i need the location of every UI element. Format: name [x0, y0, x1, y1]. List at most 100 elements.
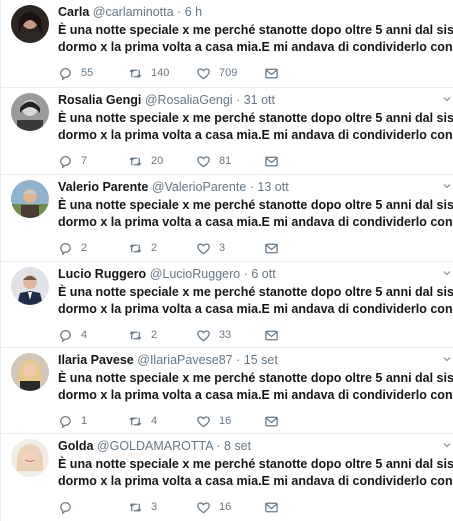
tweet-text-line: È una notte speciale x me perché stanott…	[58, 23, 453, 37]
retweet-icon	[128, 328, 143, 343]
author-handle[interactable]: @carlaminotta	[93, 5, 174, 19]
envelope-icon	[264, 66, 279, 81]
retweet-icon	[128, 66, 143, 81]
author-name[interactable]: Rosalia Gengi	[58, 93, 141, 107]
heart-icon	[196, 66, 211, 81]
reply-count: 1	[81, 415, 88, 427]
reply-button[interactable]: 1	[58, 414, 128, 429]
message-button[interactable]	[264, 66, 279, 81]
reply-button[interactable]	[58, 500, 128, 515]
reply-icon	[58, 154, 73, 169]
heart-icon	[196, 500, 211, 515]
tweet-text: È una notte speciale x me perché stanott…	[58, 110, 453, 144]
more-button[interactable]	[442, 181, 452, 191]
tweet-text-line: dormo x la prima volta a casa mia.E mi a…	[58, 40, 453, 54]
retweet-icon	[128, 241, 143, 256]
tweet-text-line: dormo x la prima volta a casa mia.E mi a…	[58, 302, 453, 316]
author-handle[interactable]: @RosaliaGengi	[145, 93, 233, 107]
separator: ·	[236, 93, 241, 107]
tweet-header: Ilaria Pavese @IlariaPavese87 · 15 set	[58, 352, 448, 368]
message-button[interactable]	[264, 154, 279, 169]
tweet-header: Carla @carlaminotta · 6 h	[58, 4, 448, 20]
author-name[interactable]: Golda	[58, 439, 93, 453]
message-button[interactable]	[264, 241, 279, 256]
like-count: 33	[219, 329, 232, 341]
like-button[interactable]: 3	[196, 241, 264, 256]
retweet-button[interactable]: 140	[128, 66, 196, 81]
like-count: 81	[219, 155, 232, 167]
tweet[interactable]: Lucio Ruggero @LucioRuggero · 6 ott È un…	[1, 262, 453, 348]
envelope-icon	[264, 414, 279, 429]
message-button[interactable]	[264, 328, 279, 343]
message-button[interactable]	[264, 500, 279, 515]
heart-icon	[196, 154, 211, 169]
tweet-text-line: dormo x la prima volta a casa mia.E mi a…	[58, 128, 453, 142]
author-handle[interactable]: @IlariaPavese87	[137, 353, 232, 367]
tweet-text: È una notte speciale x me perché stanott…	[58, 22, 453, 56]
timestamp[interactable]: 13 ott	[257, 180, 288, 194]
retweet-count: 2	[151, 242, 158, 254]
chevron-down-icon	[442, 94, 452, 104]
retweet-button[interactable]: 3	[128, 500, 196, 515]
author-handle[interactable]: @ValerioParente	[152, 180, 246, 194]
reply-button[interactable]: 55	[58, 66, 128, 81]
like-button[interactable]: 33	[196, 328, 264, 343]
like-button[interactable]: 16	[196, 414, 264, 429]
reply-icon	[58, 328, 73, 343]
envelope-icon	[264, 241, 279, 256]
timestamp[interactable]: 31 ott	[244, 93, 275, 107]
like-count: 16	[219, 501, 232, 513]
timestamp[interactable]: 8 set	[224, 439, 251, 453]
tweet-text-line: È una notte speciale x me perché stanott…	[58, 371, 453, 385]
author-handle[interactable]: @LucioRuggero	[150, 267, 241, 281]
reply-button[interactable]: 4	[58, 328, 128, 343]
tweet[interactable]: Rosalia Gengi @RosaliaGengi · 31 ott È u…	[1, 88, 453, 175]
tweet-header: Rosalia Gengi @RosaliaGengi · 31 ott	[58, 92, 448, 108]
tweet[interactable]: Valerio Parente @ValerioParente · 13 ott…	[1, 175, 453, 262]
chevron-down-icon	[442, 440, 452, 450]
author-name[interactable]: Carla	[58, 5, 89, 19]
tweet-text-line: dormo x la prima volta a casa mia.E mi a…	[58, 215, 453, 229]
retweet-count: 3	[151, 501, 158, 513]
retweet-button[interactable]: 2	[128, 328, 196, 343]
timestamp[interactable]: 6 h	[185, 5, 202, 19]
tweet-header: Valerio Parente @ValerioParente · 13 ott	[58, 179, 448, 195]
tweet[interactable]: Carla @carlaminotta · 6 h È una notte sp…	[1, 0, 453, 88]
avatar[interactable]	[11, 439, 49, 477]
separator: ·	[249, 180, 254, 194]
like-button[interactable]: 81	[196, 154, 264, 169]
tweet-text: È una notte speciale x me perché stanott…	[58, 197, 453, 231]
avatar[interactable]	[11, 5, 49, 43]
reply-button[interactable]: 7	[58, 154, 128, 169]
heart-icon	[196, 414, 211, 429]
avatar[interactable]	[11, 180, 49, 218]
timestamp[interactable]: 15 set	[244, 353, 278, 367]
author-name[interactable]: Ilaria Pavese	[58, 353, 134, 367]
tweet[interactable]: Ilaria Pavese @IlariaPavese87 · 15 set È…	[1, 348, 453, 434]
more-button[interactable]	[442, 94, 452, 104]
tweet-text: È una notte speciale x me perché stanott…	[58, 284, 453, 318]
retweet-button[interactable]: 20	[128, 154, 196, 169]
author-name[interactable]: Valerio Parente	[58, 180, 148, 194]
reply-count: 2	[81, 242, 88, 254]
avatar[interactable]	[11, 93, 49, 131]
retweet-icon	[128, 414, 143, 429]
avatar[interactable]	[11, 267, 49, 305]
tweet-feed: Carla @carlaminotta · 6 h È una notte sp…	[0, 0, 453, 521]
author-handle[interactable]: @GOLDAMAROTTA	[97, 439, 213, 453]
timestamp[interactable]: 6 ott	[251, 267, 275, 281]
like-button[interactable]: 16	[196, 500, 264, 515]
retweet-button[interactable]: 2	[128, 241, 196, 256]
author-name[interactable]: Lucio Ruggero	[58, 267, 146, 281]
like-button[interactable]: 709	[196, 66, 264, 81]
more-button[interactable]	[442, 268, 452, 278]
more-button[interactable]	[442, 440, 452, 450]
retweet-icon	[128, 154, 143, 169]
message-button[interactable]	[264, 414, 279, 429]
tweet[interactable]: Golda @GOLDAMAROTTA · 8 set È una notte …	[1, 434, 453, 521]
avatar[interactable]	[11, 353, 49, 391]
reply-button[interactable]: 2	[58, 241, 128, 256]
retweet-button[interactable]: 4	[128, 414, 196, 429]
reply-icon	[58, 66, 73, 81]
more-button[interactable]	[442, 354, 452, 364]
